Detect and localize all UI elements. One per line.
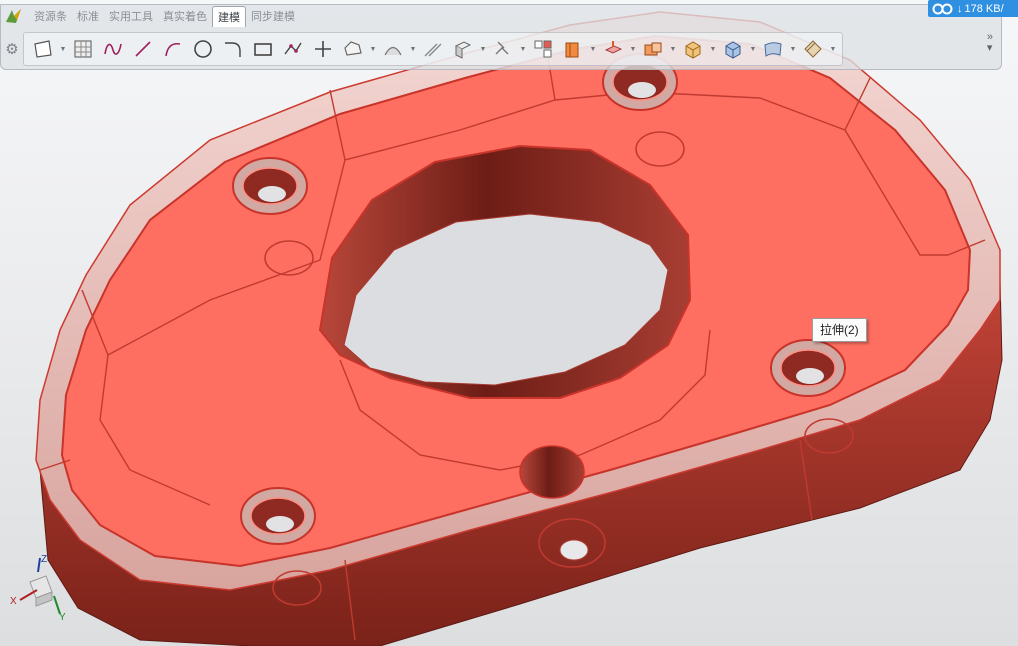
side-hole [559, 539, 589, 561]
dropdown-caret-icon[interactable]: ▼ [368, 46, 378, 53]
datum-icon[interactable] [528, 35, 558, 63]
transfer-speed-text: 178 KB/ [964, 2, 1004, 15]
dropdown-caret-icon[interactable]: ▼ [588, 46, 598, 53]
gear-icon[interactable]: ⚙ [1, 40, 23, 58]
dropdown-caret-icon[interactable]: ▼ [628, 46, 638, 53]
union-icon[interactable] [718, 35, 748, 63]
sketch-rectangle-icon[interactable] [28, 35, 58, 63]
polygon-icon[interactable] [338, 35, 368, 63]
cloud-icon [932, 3, 953, 14]
transfer-speed-badge[interactable]: ↓ 178 KB/ [928, 0, 1018, 17]
triad-y-label: Y [59, 612, 66, 622]
more-tools-icon[interactable]: » ▾ [987, 32, 993, 54]
download-arrow-icon: ↓ [957, 2, 963, 15]
dropdown-caret-icon[interactable]: ▼ [668, 46, 678, 53]
tab-utilities[interactable]: 实用工具 [104, 6, 158, 26]
revolve-icon[interactable] [488, 35, 518, 63]
tool-strip: ▼ ▼ ▼ ▼ ▼ ▼ ▼ ▼ ▼ ▼ ▼ ▼ [23, 32, 843, 66]
dropdown-caret-icon[interactable]: ▼ [708, 46, 718, 53]
trim-body-icon[interactable] [798, 35, 828, 63]
tab-modeling[interactable]: 建模 [212, 5, 246, 27]
point-icon[interactable] [308, 35, 338, 63]
rectangle-icon[interactable] [248, 35, 278, 63]
graphics-window[interactable]: 资源条 标准 实用工具 真实着色 建模 同步建模 ⚙ ▼ ▼ ▼ ▼ ▼ ▼ ▼… [0, 0, 1018, 646]
circle-icon[interactable] [188, 35, 218, 63]
nx-logo-icon[interactable] [5, 8, 23, 24]
chamfer-icon[interactable] [678, 35, 708, 63]
tab-true-shading[interactable]: 真实着色 [158, 6, 212, 26]
fillet-icon[interactable] [218, 35, 248, 63]
ribbon-bar: 资源条 标准 实用工具 真实着色 建模 同步建模 ⚙ ▼ ▼ ▼ ▼ ▼ ▼ ▼… [0, 4, 1002, 70]
polyline-icon[interactable] [278, 35, 308, 63]
view-triad[interactable]: Z X Y [8, 552, 70, 623]
feature-tooltip: 拉伸(2) [812, 318, 867, 342]
tab-standard[interactable]: 标准 [72, 6, 104, 26]
studio-spline-icon[interactable] [98, 35, 128, 63]
dropdown-caret-icon[interactable]: ▼ [828, 46, 838, 53]
dropdown-caret-icon[interactable]: ▼ [748, 46, 758, 53]
dropdown-caret-icon[interactable]: ▼ [518, 46, 528, 53]
dropdown-caret-icon[interactable]: ▼ [478, 46, 488, 53]
blend-icon[interactable] [638, 35, 668, 63]
ribbon-tabs: 资源条 标准 实用工具 真实着色 建模 同步建模 [5, 5, 300, 27]
dropdown-caret-icon[interactable]: ▼ [788, 46, 798, 53]
tab-synchronous-modeling[interactable]: 同步建模 [246, 6, 300, 26]
tab-resource-bar[interactable]: 资源条 [29, 6, 72, 26]
surface-icon[interactable] [758, 35, 788, 63]
triad-x-label: X [10, 596, 17, 607]
dropdown-caret-icon[interactable]: ▼ [58, 46, 68, 53]
arc-icon[interactable] [158, 35, 188, 63]
shell-icon[interactable] [598, 35, 628, 63]
hatch-grid-icon[interactable] [68, 35, 98, 63]
pattern-icon[interactable] [558, 35, 588, 63]
dropdown-caret-icon[interactable]: ▼ [408, 46, 418, 53]
derived-curve-icon[interactable] [378, 35, 408, 63]
offset-curve-icon[interactable] [418, 35, 448, 63]
tool-row: ⚙ ▼ ▼ ▼ ▼ ▼ ▼ ▼ ▼ ▼ ▼ ▼ ▼ [1, 31, 999, 67]
extrude-icon[interactable] [448, 35, 478, 63]
line-icon[interactable] [128, 35, 158, 63]
through-hole [519, 445, 585, 499]
triad-z-label: Z [41, 554, 47, 565]
